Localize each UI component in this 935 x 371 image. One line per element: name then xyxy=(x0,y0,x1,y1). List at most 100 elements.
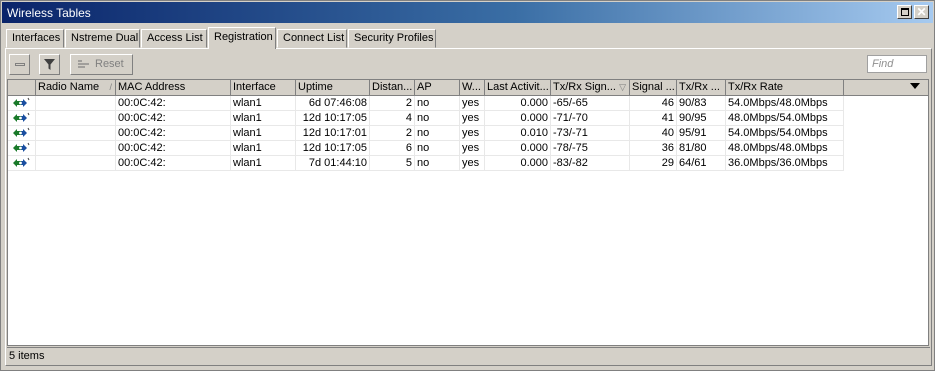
cell-radio-name xyxy=(36,141,116,156)
cell-signal: 29 xyxy=(630,156,677,171)
find-input[interactable]: Find xyxy=(867,55,927,73)
close-button[interactable]: ✕ xyxy=(914,5,929,19)
cell-radio-name xyxy=(36,156,116,171)
column-header-distance[interactable]: Distan... xyxy=(370,80,415,96)
table-row[interactable]: 00:0C:42: wlan1 6d 07:46:08 2 no yes 0.000 -65/… xyxy=(8,96,844,111)
cell-interface: wlan1 xyxy=(231,141,296,156)
cell-radio-name xyxy=(36,111,116,126)
cell-distance: 5 xyxy=(370,156,415,171)
tab-access-list[interactable]: Access List xyxy=(141,29,207,48)
cell-distance: 6 xyxy=(370,141,415,156)
table-row[interactable]: 00:0C:42: wlan1 12d 10:17:05 6 no yes 0.000 -78… xyxy=(8,141,844,156)
station-icon-cell xyxy=(8,96,36,111)
filter-icon xyxy=(44,59,55,70)
table-header: Radio Name / MAC Address Interface Uptim… xyxy=(8,80,928,96)
reset-icon xyxy=(78,60,89,68)
cell-ap: no xyxy=(415,156,460,171)
cell-interface: wlan1 xyxy=(231,156,296,171)
cell-ap: no xyxy=(415,126,460,141)
cell-txrx-rate: 48.0Mbps/48.0Mbps xyxy=(726,141,844,156)
cell-mac: 00:0C:42: xyxy=(116,141,231,156)
station-icon-cell xyxy=(8,111,36,126)
close-icon: ✕ xyxy=(916,5,927,19)
cell-wds: yes xyxy=(460,111,485,126)
table-row[interactable]: 00:0C:42: wlan1 12d 10:17:01 2 no yes 0.010 -73… xyxy=(8,126,844,141)
column-label: Radio Name xyxy=(38,81,100,93)
station-icon-cell xyxy=(8,126,36,141)
tab-connect-list[interactable]: Connect List xyxy=(277,29,347,48)
tab-nstreme-dual[interactable]: Nstreme Dual xyxy=(65,29,140,48)
cell-ap: no xyxy=(415,141,460,156)
cell-interface: wlan1 xyxy=(231,126,296,141)
cell-txrx-signal: -78/-75 xyxy=(551,141,630,156)
column-header-radio-name[interactable]: Radio Name / xyxy=(36,80,116,96)
cell-txrx-ccq: 95/91 xyxy=(677,126,726,141)
cell-uptime: 12d 10:17:01 xyxy=(296,126,370,141)
cell-mac: 00:0C:42: xyxy=(116,156,231,171)
tab-security-profiles[interactable]: Security Profiles xyxy=(348,29,436,48)
cell-txrx-ccq: 81/80 xyxy=(677,141,726,156)
cell-ap: no xyxy=(415,111,460,126)
minus-icon xyxy=(15,63,25,66)
cell-txrx-ccq: 90/95 xyxy=(677,111,726,126)
cell-uptime: 7d 01:44:10 xyxy=(296,156,370,171)
registration-panel: Reset Find Radio Name / MAC Address Inte… xyxy=(5,48,932,366)
cell-uptime: 12d 10:17:05 xyxy=(296,141,370,156)
table-row[interactable]: 00:0C:42: wlan1 12d 10:17:05 4 no yes 0.000 -71… xyxy=(8,111,844,126)
wireless-station-icon xyxy=(13,112,30,122)
cell-radio-name xyxy=(36,126,116,141)
cell-signal: 41 xyxy=(630,111,677,126)
restore-icon xyxy=(901,8,909,16)
restore-button[interactable] xyxy=(897,5,912,19)
status-bar: 5 items xyxy=(7,347,930,364)
sort-ascending-icon: / xyxy=(109,82,112,92)
wireless-station-icon xyxy=(13,142,30,152)
column-header-last-activity[interactable]: Last Activit... xyxy=(485,80,551,96)
cell-txrx-signal: -71/-70 xyxy=(551,111,630,126)
window-title: Wireless Tables xyxy=(7,6,91,20)
column-header-txrx-signal[interactable]: Tx/Rx Sign... ▽ xyxy=(551,80,630,96)
tab-registration[interactable]: Registration xyxy=(208,27,276,49)
column-header-ap[interactable]: AP xyxy=(415,80,460,96)
cell-mac: 00:0C:42: xyxy=(116,96,231,111)
cell-wds: yes xyxy=(460,126,485,141)
sort-descending-icon: ▽ xyxy=(619,82,626,92)
cell-signal: 40 xyxy=(630,126,677,141)
cell-txrx-rate: 48.0Mbps/54.0Mbps xyxy=(726,111,844,126)
column-header-signal[interactable]: Signal ... xyxy=(630,80,677,96)
cell-last-activity: 0.000 xyxy=(485,111,551,126)
cell-txrx-ccq: 64/61 xyxy=(677,156,726,171)
cell-wds: yes xyxy=(460,96,485,111)
column-header-interface[interactable]: Interface xyxy=(231,80,296,96)
column-header-txrx-rate[interactable]: Tx/Rx Rate xyxy=(726,80,844,96)
cell-txrx-rate: 54.0Mbps/48.0Mbps xyxy=(726,96,844,111)
column-header-txrx-ccq[interactable]: Tx/Rx ... xyxy=(677,80,726,96)
cell-interface: wlan1 xyxy=(231,111,296,126)
column-header-uptime[interactable]: Uptime xyxy=(296,80,370,96)
wireless-station-icon xyxy=(13,127,30,137)
cell-interface: wlan1 xyxy=(231,96,296,111)
station-icon-cell xyxy=(8,141,36,156)
filter-button[interactable] xyxy=(39,54,60,75)
table-row[interactable]: 00:0C:42: wlan1 7d 01:44:10 5 no yes 0.000 -83/… xyxy=(8,156,844,171)
cell-txrx-rate: 36.0Mbps/36.0Mbps xyxy=(726,156,844,171)
tab-interfaces[interactable]: Interfaces xyxy=(6,29,64,48)
column-header-wds[interactable]: W... xyxy=(460,80,485,96)
cell-wds: yes xyxy=(460,156,485,171)
cell-uptime: 6d 07:46:08 xyxy=(296,96,370,111)
cell-last-activity: 0.000 xyxy=(485,96,551,111)
wireless-station-icon xyxy=(13,97,30,107)
cell-signal: 36 xyxy=(630,141,677,156)
remove-button[interactable] xyxy=(9,54,30,75)
column-label: Tx/Rx Sign... xyxy=(553,81,616,93)
station-icon-cell xyxy=(8,156,36,171)
wireless-station-icon xyxy=(13,157,30,167)
column-menu-icon[interactable] xyxy=(910,83,920,89)
cell-wds: yes xyxy=(460,141,485,156)
column-header-mac-address[interactable]: MAC Address xyxy=(116,80,231,96)
cell-distance: 2 xyxy=(370,126,415,141)
title-bar[interactable]: Wireless Tables ✕ xyxy=(2,2,933,23)
cell-txrx-rate: 54.0Mbps/54.0Mbps xyxy=(726,126,844,141)
column-header-icon[interactable] xyxy=(8,80,36,96)
reset-button[interactable]: Reset xyxy=(70,54,133,75)
